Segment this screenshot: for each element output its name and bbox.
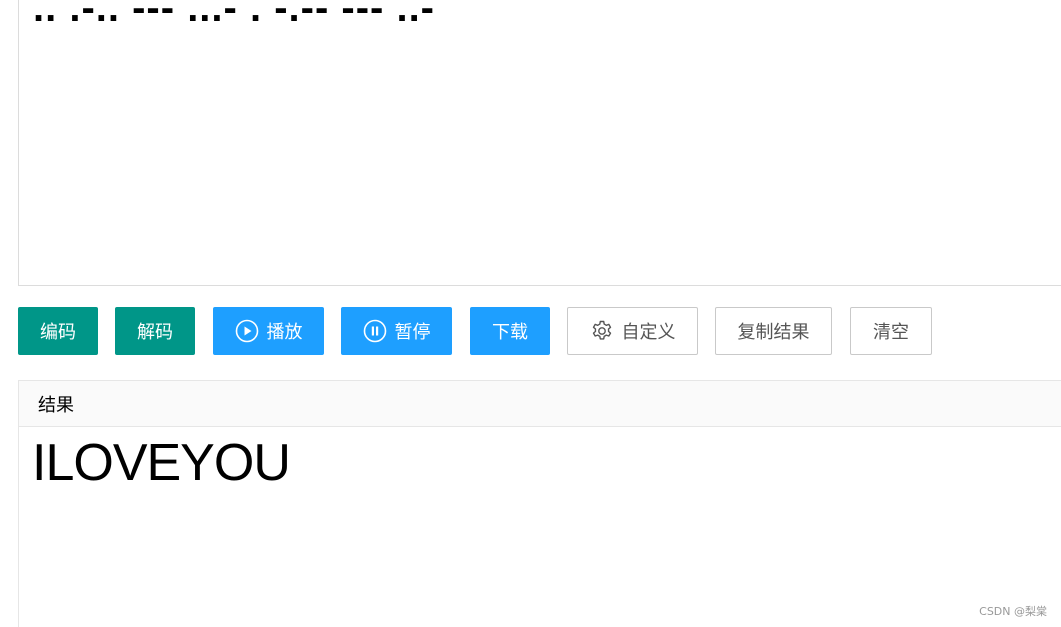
result-header: 结果 — [19, 381, 1061, 427]
decode-button-label: 解码 — [137, 322, 173, 343]
play-circle-icon — [235, 319, 259, 343]
morse-input-text: .. .-.. --- ...- . -.-- --- ..- — [33, 0, 435, 30]
play-button[interactable]: 播放 — [213, 307, 324, 355]
copy-result-button-label: 复制结果 — [737, 322, 810, 343]
gear-icon — [590, 319, 614, 343]
decode-button[interactable]: 解码 — [115, 307, 195, 355]
custom-button[interactable]: 自定义 — [567, 307, 698, 355]
download-button[interactable]: 下载 — [470, 307, 550, 355]
result-panel: 结果 ILOVEYOU — [18, 380, 1061, 627]
play-button-label: 播放 — [266, 322, 303, 343]
download-button-label: 下载 — [492, 322, 528, 343]
encode-button[interactable]: 编码 — [18, 307, 98, 355]
result-output-text: ILOVEYOU — [32, 434, 291, 492]
clear-button[interactable]: 清空 — [850, 307, 932, 355]
pause-circle-icon — [363, 319, 387, 343]
morse-tool-page: .. .-.. --- ...- . -.-- --- ..- 编码 解码 播放 — [0, 0, 1061, 627]
morse-input-textarea[interactable]: .. .-.. --- ...- . -.-- --- ..- — [18, 0, 1061, 286]
pause-button[interactable]: 暂停 — [341, 307, 452, 355]
clear-button-label: 清空 — [873, 322, 909, 343]
pause-button-label: 暂停 — [394, 322, 431, 343]
result-header-title: 结果 — [38, 394, 74, 416]
custom-button-label: 自定义 — [621, 322, 676, 343]
watermark: CSDN @梨棠 — [979, 605, 1047, 618]
copy-result-button[interactable]: 复制结果 — [715, 307, 832, 355]
encode-button-label: 编码 — [40, 322, 76, 343]
